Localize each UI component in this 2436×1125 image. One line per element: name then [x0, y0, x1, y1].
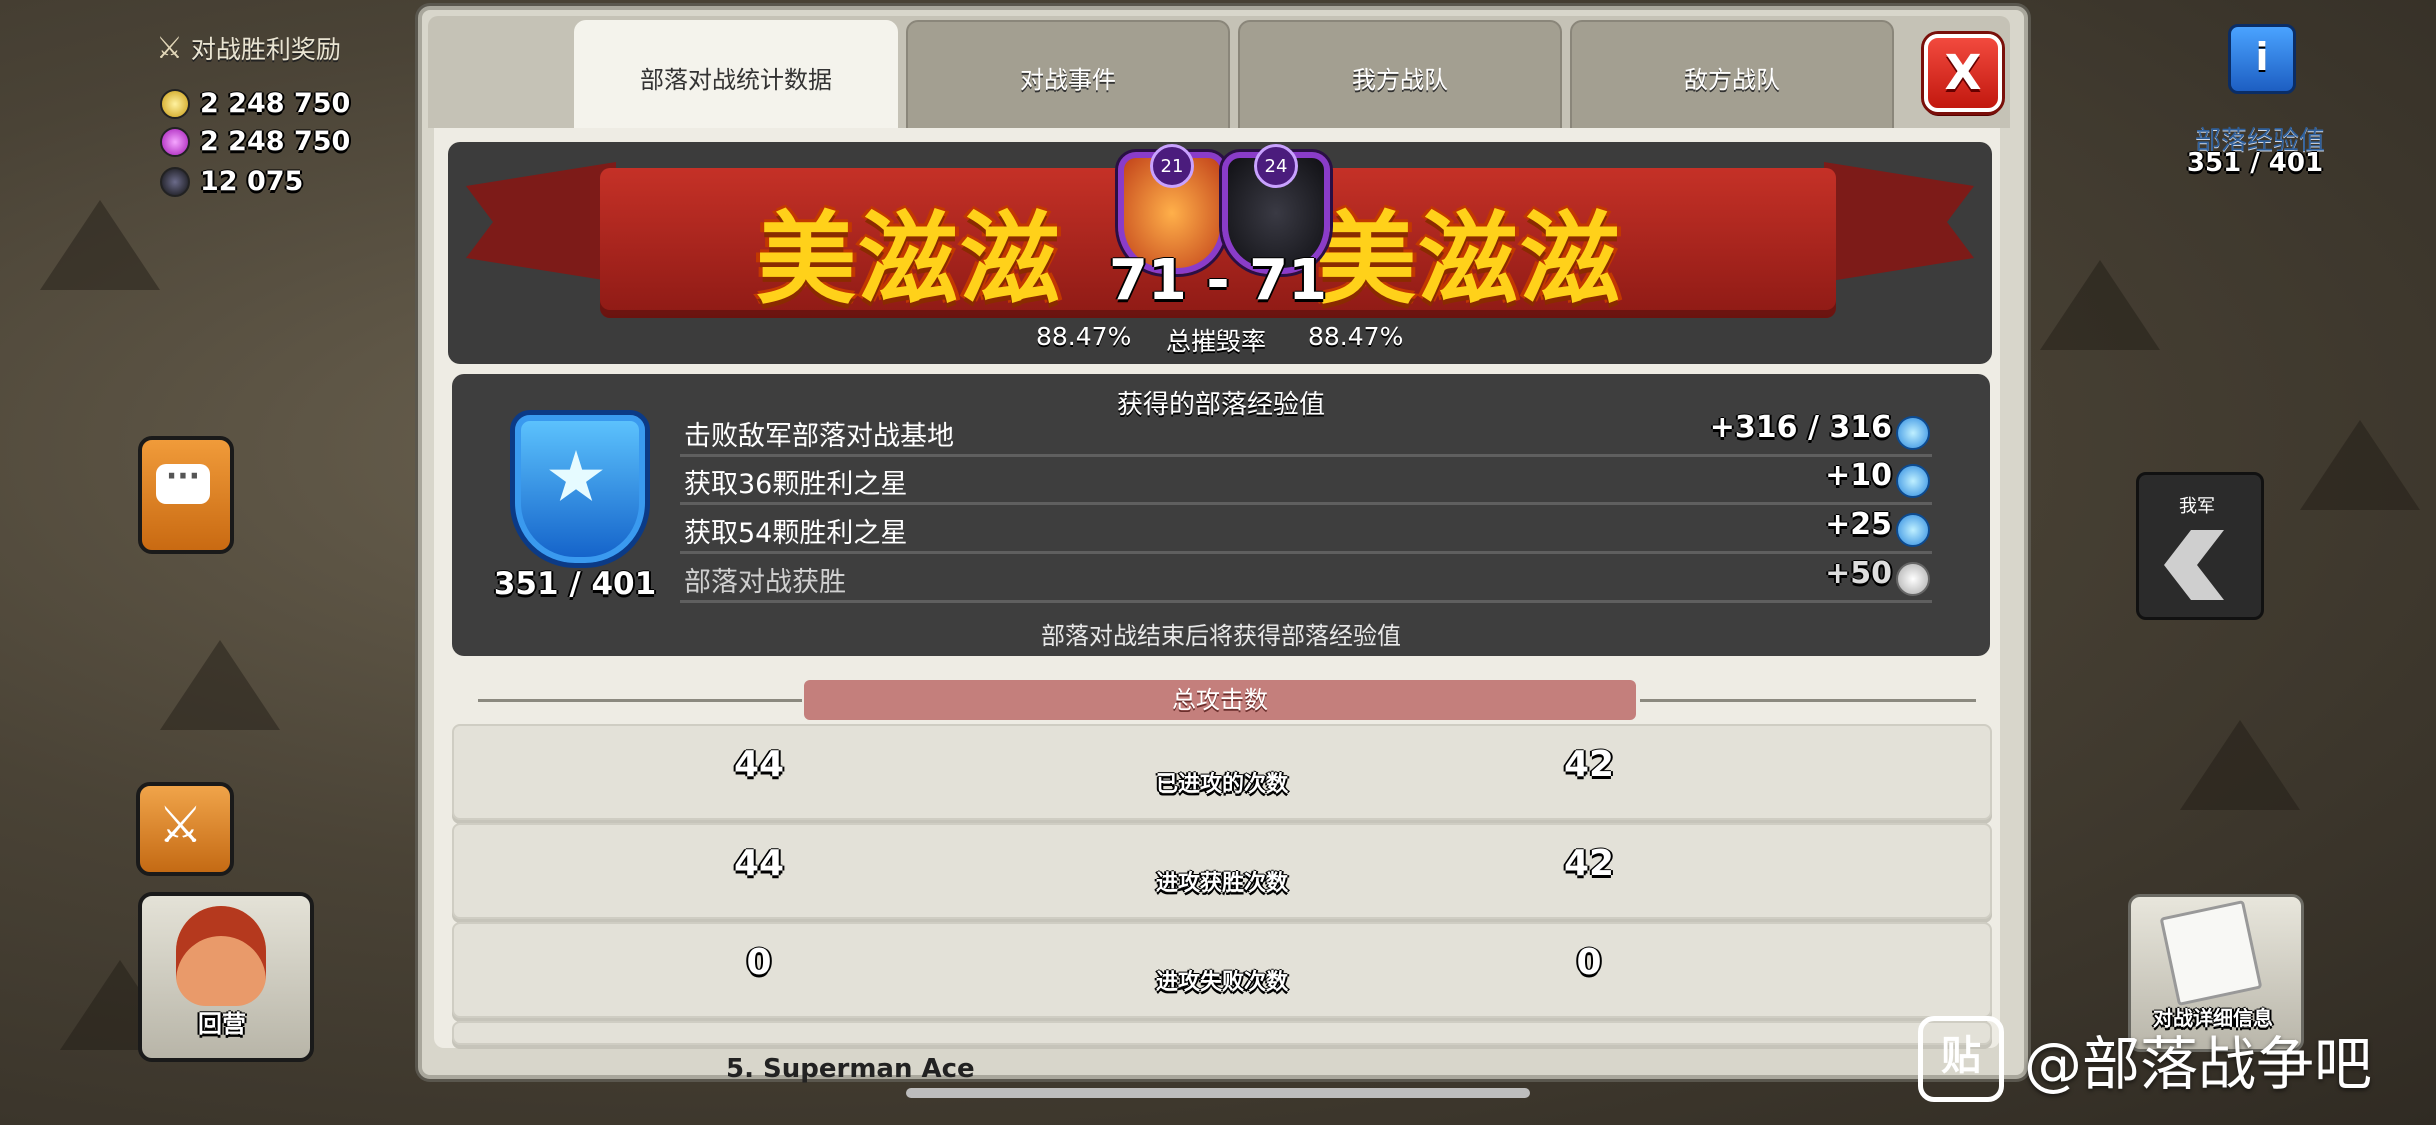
right-value: 0 [1576, 942, 1602, 983]
row-label: 已进攻的次数 [1155, 772, 1288, 797]
left-destruction-pct: 88.47% [1036, 322, 1132, 351]
xp-row-value: +10 [1825, 458, 1892, 493]
peek-text: 5. Superman Ace [726, 1054, 975, 1084]
tab-war-stats[interactable]: 部落对战统计数据 [574, 20, 898, 134]
right-value: 42 [1563, 744, 1615, 785]
xp-gem-icon [1896, 562, 1930, 596]
xp-row-value: +50 [1825, 556, 1892, 591]
right-clan-name: 美滋滋 [1316, 201, 1622, 318]
right-value: 42 [1563, 843, 1615, 884]
xp-row-label: 击败敌军部落对战基地 [684, 421, 954, 452]
tieba-logo-icon: 贴 [1918, 1016, 2004, 1102]
left-value: 44 [733, 843, 785, 884]
tab-enemy-team[interactable]: 敌方战队 [1570, 20, 1894, 134]
xp-row-label: 获取36颗胜利之星 [684, 469, 908, 500]
gold-row: 2 248 750 [160, 88, 350, 119]
war-reward-label: 对战胜利奖励 [190, 35, 341, 64]
elixir-icon [160, 126, 190, 157]
right-destruction-pct: 88.47% [1308, 322, 1404, 351]
xp-total: 351 / 401 [493, 566, 657, 602]
divider [1640, 699, 1976, 702]
divider [478, 699, 802, 702]
table-row: 0 进攻失败次数 0 [452, 922, 1992, 1018]
total-attacks-header: 总攻击数 [804, 680, 1636, 720]
table-row: 44 已进攻的次数 42 [452, 724, 1992, 820]
xp-row: 击败敌军部落对战基地 +316 / 316 [680, 408, 1932, 457]
gold-amount: 2 248 750 [200, 88, 351, 119]
xp-row-value: +316 / 316 [1709, 410, 1892, 445]
valkyrie-portrait-icon [176, 906, 266, 1006]
tab-my-team[interactable]: 我方战队 [1238, 20, 1562, 134]
right-clan-level: 24 [1254, 144, 1298, 188]
close-button[interactable]: X [1924, 34, 2002, 112]
left-value: 44 [733, 744, 785, 785]
xp-row-value: +25 [1825, 507, 1892, 542]
war-score: 71 - 71 [1108, 248, 1328, 313]
xp-note: 部落对战结束后将获得部落经验值 [1041, 622, 1401, 650]
xp-gem-icon [1896, 464, 1930, 498]
info-button[interactable]: i [2228, 24, 2296, 94]
elixir-row: 2 248 750 [160, 126, 350, 157]
dark-elixir-amount: 12 075 [200, 166, 304, 197]
destruction-label: 总摧毁率 [1166, 327, 1267, 356]
gold-icon [160, 88, 190, 119]
xp-gem-icon [1896, 416, 1930, 450]
my-army-nav-label: 我军 [2179, 496, 2215, 517]
crossed-swords-icon: ⚔ [156, 30, 183, 66]
tab-war-events[interactable]: 对战事件 [906, 20, 1230, 134]
sword-icon: ⚔ [158, 796, 203, 854]
elixir-amount: 2 248 750 [200, 126, 351, 157]
home-indicator[interactable] [906, 1088, 1530, 1098]
watermark-text: @部落战争吧 [2024, 1030, 2373, 1098]
row-label: 进攻获胜次数 [1155, 871, 1288, 896]
row-label: 进攻失败次数 [1155, 970, 1288, 995]
xp-row-label: 获取54颗胜利之星 [684, 518, 908, 549]
left-clan-level: 21 [1150, 144, 1194, 188]
return-home-label: 回营 [198, 1010, 246, 1038]
war-reward-row: ⚔ 对战胜利奖励 [156, 30, 341, 66]
left-clan-name: 美滋滋 [756, 201, 1062, 318]
watermark: 贴 @部落战争吧 [1918, 1016, 2372, 1102]
xp-row: 获取36颗胜利之星 +10 [680, 456, 1932, 505]
dark-elixir-row: 12 075 [160, 166, 303, 197]
clan-xp-value: 351 / 401 [2186, 148, 2324, 178]
table-row: 44 进攻获胜次数 42 [452, 823, 1992, 919]
dark-elixir-icon [160, 166, 190, 197]
chat-bubble-icon: ··· [156, 462, 210, 504]
xp-gem-icon [1896, 513, 1930, 547]
xp-row: 获取54颗胜利之星 +25 [680, 505, 1932, 554]
left-value: 0 [746, 942, 772, 983]
xp-row-label: 部落对战获胜 [684, 567, 846, 598]
table-row [452, 1021, 1992, 1045]
attack-button[interactable]: ⚔ [136, 782, 234, 876]
document-icon [2159, 900, 2263, 1006]
xp-row: 部落对战获胜 +50 [680, 554, 1932, 603]
